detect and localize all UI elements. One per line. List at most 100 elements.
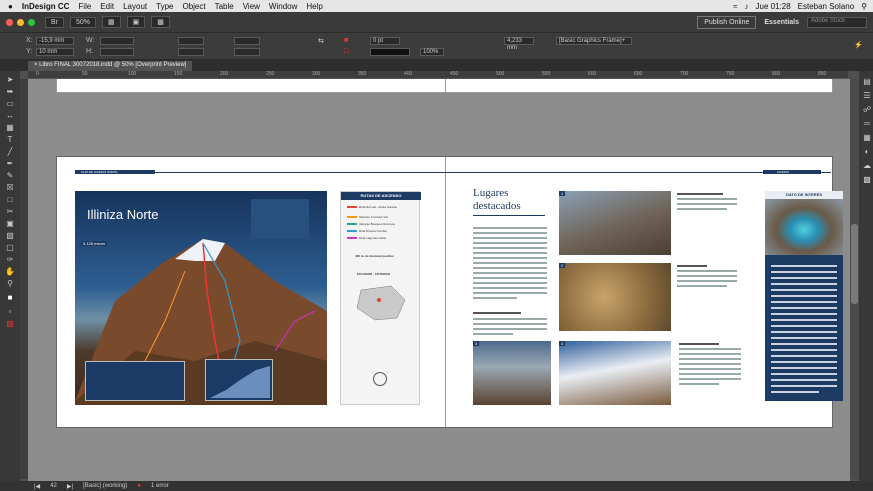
route-map-image[interactable]: Illiniza Norte 5.126 msnm xyxy=(75,191,327,405)
pasteboard[interactable]: GUÍA DE ILINIZAS NORTE ILINIZAS Illiniza… xyxy=(28,79,850,481)
gradient-tool-icon[interactable]: ▧ xyxy=(4,231,16,240)
menu-app-name[interactable]: InDesign CC xyxy=(22,2,70,11)
scale-x-field[interactable] xyxy=(178,37,204,45)
apply-color-icon[interactable]: ▫ xyxy=(4,307,16,316)
w-label: W: xyxy=(86,37,95,44)
document-tab[interactable]: × Libro FINAL 30072018.indd @ 50% [Overp… xyxy=(28,61,193,71)
spread[interactable]: GUÍA DE ILINIZAS NORTE ILINIZAS Illiniza… xyxy=(56,156,843,428)
rotate-field[interactable] xyxy=(234,37,260,45)
fill-stroke-swatch-icon[interactable]: ■ xyxy=(4,293,16,302)
apply-none-icon[interactable]: ▧ xyxy=(4,319,16,328)
menu-view[interactable]: View xyxy=(243,2,260,11)
menu-table[interactable]: Table xyxy=(215,2,234,11)
stroke-panel-icon[interactable]: ═ xyxy=(861,119,873,128)
stroke-type-select[interactable] xyxy=(370,48,410,56)
interest-box[interactable]: DATO DE INTERÉS xyxy=(765,191,843,401)
user-name[interactable]: Esteban Solano xyxy=(798,2,855,11)
menu-type[interactable]: Type xyxy=(156,2,173,11)
menu-edit[interactable]: Edit xyxy=(100,2,114,11)
workspace-switcher[interactable]: Essentials xyxy=(764,19,799,26)
zoom-select[interactable]: 50% xyxy=(70,16,97,28)
volume-icon[interactable]: ♪ xyxy=(745,2,749,11)
body-text-line xyxy=(473,237,547,239)
eyedropper-tool-icon[interactable]: ✑ xyxy=(4,255,16,264)
stroke-weight-field[interactable]: 0 pt xyxy=(370,37,400,45)
pages-panel-icon[interactable]: ▤ xyxy=(861,77,873,86)
interest-text-line xyxy=(771,361,837,363)
spacing-field[interactable]: 4,233 mm xyxy=(504,37,534,51)
page-tool-icon[interactable]: ▭ xyxy=(4,99,16,108)
fill-swatch-icon[interactable]: ■ xyxy=(344,37,348,44)
page-number-field[interactable]: 42 xyxy=(50,483,57,489)
publish-online-button[interactable]: Publish Online xyxy=(697,15,757,29)
minimize-window-button[interactable] xyxy=(17,18,24,26)
preflight-profile[interactable]: [Basic] (working) xyxy=(83,483,127,489)
error-indicator-icon[interactable]: ● xyxy=(137,483,141,489)
body-text-line xyxy=(473,242,547,244)
scrollbar-thumb[interactable] xyxy=(851,224,858,304)
selection-tool-icon[interactable]: ➤ xyxy=(4,75,16,84)
screen-mode-button[interactable]: ▣ xyxy=(126,16,146,28)
gap-tool-icon[interactable]: ↔ xyxy=(4,111,16,120)
scissors-tool-icon[interactable]: ✂ xyxy=(4,207,16,216)
search-icon[interactable]: ⚲ xyxy=(861,2,867,11)
stroke-swatch-icon[interactable]: □ xyxy=(344,48,348,55)
scale-y-field[interactable] xyxy=(178,48,204,56)
content-collector-icon[interactable]: ▦ xyxy=(4,123,16,132)
pen-tool-icon[interactable]: ✒ xyxy=(4,159,16,168)
layers-panel-icon[interactable]: ☰ xyxy=(861,91,873,100)
y-field[interactable]: 10 mm xyxy=(36,48,74,56)
photo-rock-bolt[interactable]: 2 xyxy=(559,263,671,331)
error-count[interactable]: 1 error xyxy=(151,483,169,489)
photo-hikers[interactable]: 1 xyxy=(559,191,671,255)
first-page-icon[interactable]: |◀ xyxy=(34,483,40,490)
type-tool-icon[interactable]: T xyxy=(4,135,16,144)
links-panel-icon[interactable]: ☍ xyxy=(861,105,873,114)
menu-layout[interactable]: Layout xyxy=(123,2,147,11)
close-window-button[interactable] xyxy=(6,18,13,26)
stock-search-input[interactable]: Adobe Stock xyxy=(807,16,867,28)
shear-field[interactable] xyxy=(234,48,260,56)
flip-icon[interactable]: ⇆ xyxy=(318,37,324,45)
lightning-icon[interactable]: ⚡ xyxy=(854,41,863,49)
apple-icon[interactable]: ● xyxy=(8,2,13,11)
text-wrap-icon[interactable]: ▩ xyxy=(861,175,873,184)
rectangle-frame-tool-icon[interactable]: ☒ xyxy=(4,183,16,192)
menu-file[interactable]: File xyxy=(78,2,91,11)
photo-summit[interactable]: 4 xyxy=(559,341,671,405)
caption-line xyxy=(677,275,737,277)
arrange-documents-button[interactable]: ▩ xyxy=(151,16,170,28)
menu-window[interactable]: Window xyxy=(269,2,297,11)
previous-spread[interactable] xyxy=(56,79,833,93)
direct-selection-tool-icon[interactable]: ➥ xyxy=(4,87,16,96)
wifi-icon[interactable]: ≈ xyxy=(733,2,737,11)
h-label: H: xyxy=(86,48,93,55)
opacity-field[interactable]: 100% xyxy=(420,48,444,56)
menu-object[interactable]: Object xyxy=(182,2,205,11)
h-field[interactable] xyxy=(100,48,134,56)
menu-help[interactable]: Help xyxy=(306,2,322,11)
view-options-button[interactable]: ▦ xyxy=(102,16,121,28)
elevation-chart-inset xyxy=(205,359,273,401)
crater-lake-photo[interactable] xyxy=(765,199,843,255)
object-style-select[interactable]: [Basic Graphics Frame]+ xyxy=(556,37,632,45)
swatches-panel-icon[interactable]: ▦ xyxy=(861,133,873,142)
pencil-tool-icon[interactable]: ✎ xyxy=(4,171,16,180)
free-transform-tool-icon[interactable]: ▣ xyxy=(4,219,16,228)
cc-libraries-icon[interactable]: ☁ xyxy=(861,161,873,170)
bridge-button[interactable]: Br xyxy=(45,16,64,28)
zoom-tool-icon[interactable]: ⚲ xyxy=(4,279,16,288)
line-tool-icon[interactable]: ╱ xyxy=(4,147,16,156)
rectangle-tool-icon[interactable]: □ xyxy=(4,195,16,204)
next-page-icon[interactable]: ▶| xyxy=(67,483,73,490)
note-tool-icon[interactable]: ▢ xyxy=(4,243,16,252)
vertical-scrollbar[interactable] xyxy=(850,79,859,479)
clock[interactable]: Jue 01:28 xyxy=(756,2,791,11)
panels-dock: ▤ ☰ ☍ ═ ▦ ◐ ☁ ▩ xyxy=(859,71,873,481)
w-field[interactable] xyxy=(100,37,134,45)
zoom-window-button[interactable] xyxy=(28,18,35,26)
hand-tool-icon[interactable]: ✋ xyxy=(4,267,16,276)
color-panel-icon[interactable]: ◐ xyxy=(861,147,873,156)
photo-refuge[interactable]: 3 xyxy=(473,341,551,405)
x-field[interactable]: -15,9 mm xyxy=(36,37,74,45)
